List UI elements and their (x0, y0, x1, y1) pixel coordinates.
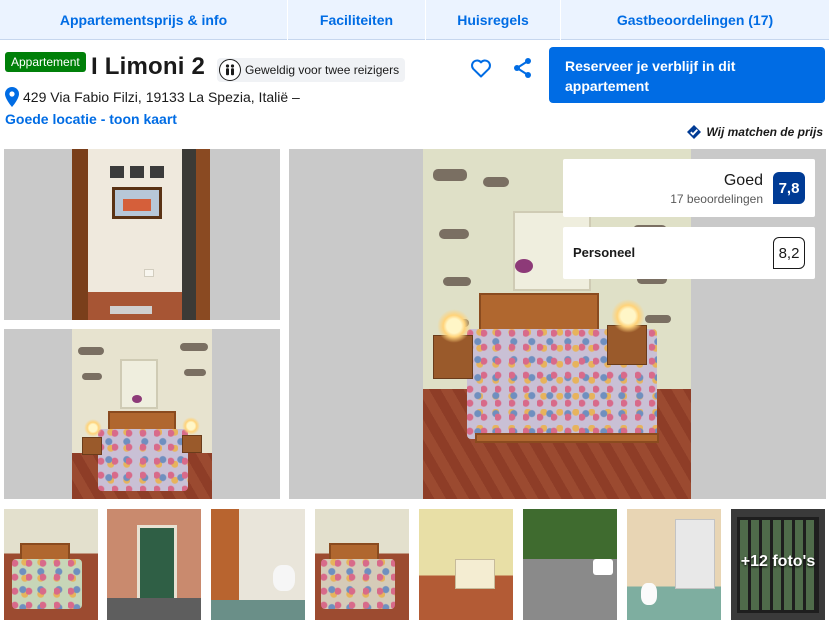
bedroom-image-small (72, 329, 212, 499)
check-shield-icon (687, 125, 702, 139)
location-map-link[interactable]: Goede locatie - toon kaart (5, 111, 177, 127)
tab-facilities[interactable]: Faciliteiten (288, 0, 426, 40)
property-type-badge: Appartement (5, 52, 86, 72)
thumbnail-4[interactable] (315, 509, 409, 620)
rating-card[interactable]: Goed 17 beoordelingen 7,8 (563, 159, 815, 217)
staff-rating-card[interactable]: Personeel 8,2 (563, 227, 815, 279)
property-title: I Limoni 2 (91, 53, 206, 80)
heart-icon[interactable] (469, 56, 493, 80)
price-match-text: Wij matchen de prijs (706, 125, 823, 139)
address-line: 429 Via Fabio Filzi, 19133 La Spezia, It… (5, 87, 300, 107)
thumbnail-3[interactable] (211, 509, 305, 620)
tab-bar: Appartementsprijs & info Faciliteiten Hu… (0, 0, 829, 40)
thumbnail-7[interactable] (627, 509, 721, 620)
address-text: 429 Via Fabio Filzi, 19133 La Spezia, It… (23, 89, 300, 105)
more-photos-label: +12 foto's (740, 553, 816, 570)
two-travellers-icon (219, 59, 241, 81)
thumbnail-2[interactable] (107, 509, 201, 620)
travellers-pill-text: Geweldig voor twee reizigers (245, 63, 400, 77)
tab-guest-reviews[interactable]: Gastbeoordelingen (17) (561, 0, 829, 40)
gallery-photo-2[interactable] (4, 329, 280, 499)
share-icon[interactable] (513, 57, 533, 79)
tab-price-info[interactable]: Appartementsprijs & info (0, 0, 288, 40)
rating-word: Goed (723, 172, 763, 189)
thumbnail-5[interactable] (419, 509, 513, 620)
gallery-photo-1[interactable] (4, 149, 280, 320)
reserve-button[interactable]: Reserveer je verblijf in dit appartement (549, 47, 825, 103)
tab-house-rules[interactable]: Huisregels (426, 0, 561, 40)
travellers-pill: Geweldig voor twee reizigers (217, 58, 406, 82)
staff-label: Personeel (573, 245, 636, 260)
rating-review-count: 17 beoordelingen (670, 192, 763, 206)
thumbnail-1[interactable] (4, 509, 98, 620)
price-match[interactable]: Wij matchen de prijs (686, 124, 823, 140)
thumbnail-more[interactable]: +12 foto's (731, 509, 825, 620)
rating-score-badge: 7,8 (773, 172, 805, 204)
staff-score-badge: 8,2 (773, 237, 805, 269)
thumbnail-6[interactable] (523, 509, 617, 620)
hallway-image (72, 149, 210, 320)
location-pin-icon (5, 87, 19, 107)
